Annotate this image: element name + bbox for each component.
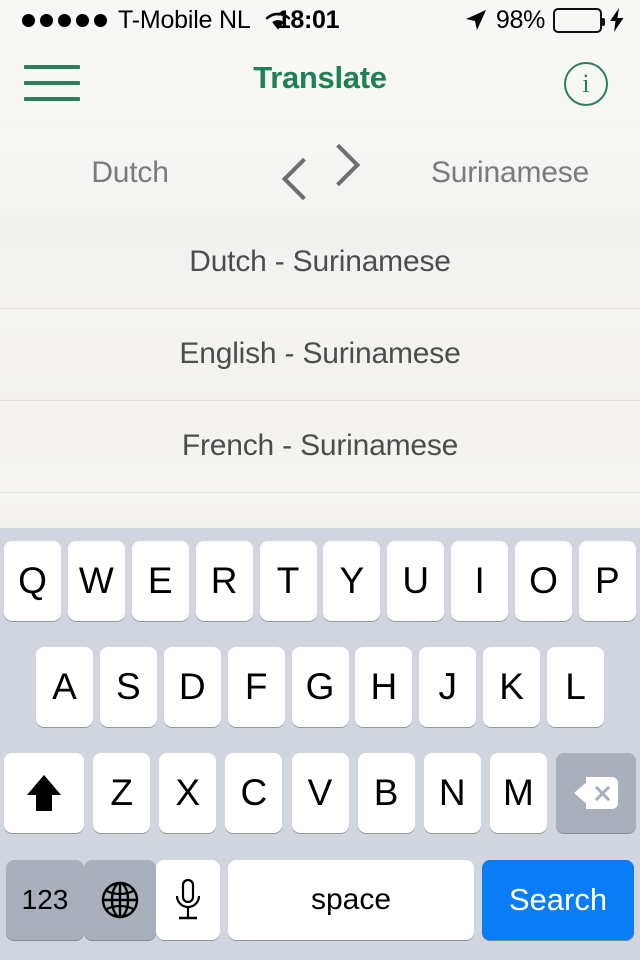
microphone-icon [172, 877, 204, 923]
key-m[interactable]: M [489, 753, 547, 833]
source-language-button[interactable]: Dutch [0, 156, 260, 190]
key-y[interactable]: Y [323, 541, 381, 621]
key-i[interactable]: I [451, 541, 509, 621]
key-h[interactable]: H [355, 647, 413, 727]
swap-languages-icon[interactable] [260, 142, 380, 204]
shift-key[interactable] [4, 753, 84, 833]
key-t[interactable]: T [259, 541, 317, 621]
key-v[interactable]: V [291, 753, 349, 833]
backspace-delete-key[interactable] [556, 753, 636, 833]
search-return-key[interactable]: Search [482, 860, 634, 940]
list-item[interactable]: English - Surinamese [0, 308, 640, 400]
charging-bolt-icon [610, 8, 624, 32]
app-screen: T-Mobile NL 18:01 98% Translate i Dutch … [0, 0, 640, 960]
key-x[interactable]: X [159, 753, 217, 833]
key-z[interactable]: Z [93, 753, 151, 833]
key-d[interactable]: D [163, 647, 221, 727]
space-key[interactable]: space [228, 860, 474, 940]
list-item[interactable]: French - Surinamese [0, 400, 640, 492]
key-p[interactable]: P [578, 541, 636, 621]
key-r[interactable]: R [195, 541, 253, 621]
key-l[interactable]: L [547, 647, 604, 727]
key-a[interactable]: A [36, 647, 93, 727]
keyboard-row-1: Q W E R T Y U I O P [0, 528, 640, 634]
keyboard-row-4: 123 space Search [0, 846, 640, 954]
key-e[interactable]: E [131, 541, 189, 621]
status-bar: T-Mobile NL 18:01 98% [0, 0, 640, 40]
numbers-key[interactable]: 123 [6, 860, 84, 940]
key-k[interactable]: K [483, 647, 541, 727]
language-picker-bar: Dutch Surinamese [0, 130, 640, 216]
keyboard-row-2: A S D F G H J K L [0, 634, 640, 740]
key-s[interactable]: S [99, 647, 157, 727]
status-bar-right: 98% [464, 0, 624, 40]
key-f[interactable]: F [227, 647, 285, 727]
key-q[interactable]: Q [4, 541, 61, 621]
keyboard-row-3: Z X C V B N M [0, 740, 640, 846]
key-c[interactable]: C [225, 753, 283, 833]
key-n[interactable]: N [423, 753, 481, 833]
globe-key[interactable] [84, 860, 156, 940]
dictation-key[interactable] [156, 860, 220, 940]
key-w[interactable]: W [67, 541, 125, 621]
key-b[interactable]: B [357, 753, 415, 833]
navigation-bar: Translate i [0, 40, 640, 130]
key-j[interactable]: J [419, 647, 477, 727]
info-icon[interactable]: i [564, 62, 608, 106]
location-arrow-icon [464, 8, 488, 32]
backspace-delete-icon [574, 777, 618, 809]
key-u[interactable]: U [387, 541, 445, 621]
list-item[interactable]: Dutch - Surinamese [0, 216, 640, 308]
key-o[interactable]: O [515, 541, 572, 621]
target-language-button[interactable]: Surinamese [380, 156, 640, 190]
on-screen-keyboard: Q W E R T Y U I O P A S D F G H J K L Z [0, 528, 640, 960]
key-g[interactable]: G [291, 647, 349, 727]
globe-icon [99, 879, 141, 921]
suggestion-list: Dutch - Surinamese English - Surinamese … [0, 216, 640, 528]
list-bottom-spacer [0, 492, 640, 528]
battery-percentage: 98% [495, 5, 545, 34]
page-title: Translate [253, 60, 387, 95]
battery-icon [553, 7, 605, 33]
